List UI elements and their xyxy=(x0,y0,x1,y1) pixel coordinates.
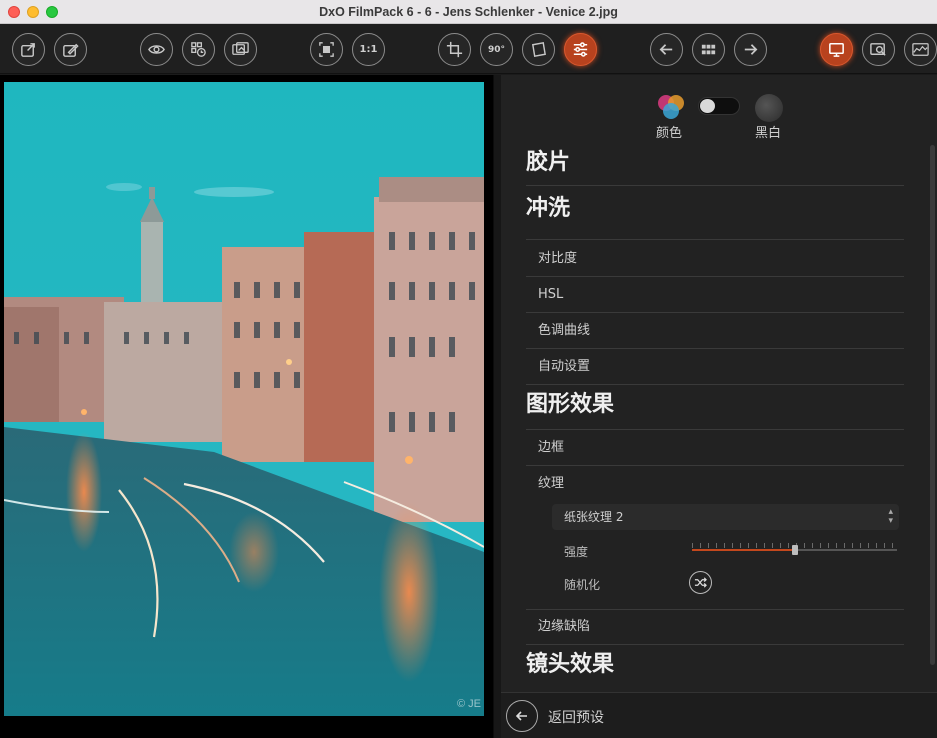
color-bw-toggle[interactable] xyxy=(698,97,740,115)
window-controls xyxy=(8,6,58,18)
window-title: DxO FilmPack 6 - 6 - Jens Schlenker - Ve… xyxy=(319,4,618,19)
section-lens-effects[interactable]: 镜头效果 xyxy=(526,650,904,690)
arrow-left-icon xyxy=(659,44,673,55)
item-texture[interactable]: 纹理 xyxy=(526,466,904,502)
randomize-button[interactable] xyxy=(689,571,712,594)
eye-icon xyxy=(148,45,165,54)
arrow-right-icon xyxy=(744,44,758,55)
back-to-presets-label[interactable]: 返回预设 xyxy=(548,707,604,727)
strength-slider[interactable] xyxy=(692,543,897,557)
section-graphic-effects[interactable]: 图形效果 xyxy=(526,390,904,430)
strength-label: 强度 xyxy=(564,545,589,559)
fit-screen-icon xyxy=(319,42,334,57)
color-mode-icon[interactable] xyxy=(655,93,687,121)
loupe-button[interactable] xyxy=(862,33,895,66)
display-mode-button[interactable] xyxy=(820,33,853,66)
zoom-window-button[interactable] xyxy=(46,6,58,18)
zoom-actual-icon: 1:1 xyxy=(359,44,378,55)
crop-icon xyxy=(446,41,463,58)
histogram-icon xyxy=(912,43,929,56)
shuffle-icon xyxy=(694,577,707,588)
grid-view-button[interactable] xyxy=(692,33,725,66)
item-edge-defects[interactable]: 边缘缺陷 xyxy=(526,609,904,645)
toggle-knob xyxy=(700,99,715,113)
crop-button[interactable] xyxy=(438,33,471,66)
edit-external-button[interactable] xyxy=(54,33,87,66)
preview-button[interactable] xyxy=(140,33,173,66)
edit-image-icon xyxy=(63,43,79,57)
rotate-90-icon: 90° xyxy=(487,44,506,55)
adjustments-button[interactable] xyxy=(564,33,597,66)
minimize-window-button[interactable] xyxy=(27,6,39,18)
panel-scrollbar[interactable] xyxy=(930,145,935,665)
bw-mode-label: 黑白 xyxy=(755,126,782,141)
fit-screen-button[interactable] xyxy=(310,33,343,66)
previous-image-button[interactable] xyxy=(650,33,683,66)
venice-photo: © JE xyxy=(4,82,484,716)
back-to-presets-button[interactable] xyxy=(506,700,538,732)
slider-fill xyxy=(692,549,795,551)
photo-watermark: © JE xyxy=(457,698,481,710)
grid-icon xyxy=(701,44,716,55)
select-arrows-icon: ▴ ▾ xyxy=(888,507,893,526)
image-viewer[interactable]: © JE xyxy=(0,75,493,738)
monitor-icon xyxy=(829,43,844,57)
next-image-button[interactable] xyxy=(734,33,767,66)
randomize-label: 随机化 xyxy=(564,578,601,592)
export-button[interactable] xyxy=(12,33,45,66)
arrow-left-icon xyxy=(515,711,527,721)
panel-splitter[interactable] xyxy=(493,75,501,738)
item-auto-settings[interactable]: 自动设置 xyxy=(526,349,904,385)
compare-images-icon xyxy=(232,42,249,55)
zoom-actual-button[interactable]: 1:1 xyxy=(352,33,385,66)
export-image-icon xyxy=(21,43,35,57)
item-tone-curve[interactable]: 色调曲线 xyxy=(526,313,904,349)
title-bar: DxO FilmPack 6 - 6 - Jens Schlenker - Ve… xyxy=(0,0,937,24)
straighten-button[interactable] xyxy=(522,33,555,66)
texture-preset-value: 纸张纹理 2 xyxy=(564,510,624,524)
compare-button[interactable] xyxy=(224,33,257,66)
item-hsl[interactable]: HSL xyxy=(526,277,904,313)
loupe-icon xyxy=(870,43,886,56)
sliders-icon xyxy=(573,42,588,57)
section-film[interactable]: 胶片 xyxy=(526,148,904,186)
close-window-button[interactable] xyxy=(8,6,20,18)
history-grid-icon xyxy=(191,42,206,57)
rotate-button[interactable]: 90° xyxy=(480,33,513,66)
slider-thumb[interactable] xyxy=(791,545,798,555)
histogram-button[interactable] xyxy=(904,33,937,66)
section-develop[interactable]: 冲洗 xyxy=(526,194,904,240)
toolbar: 1:1 90° xyxy=(0,24,937,74)
history-button[interactable] xyxy=(182,33,215,66)
color-mode-switch: 颜色 黑白 xyxy=(501,93,937,143)
color-mode-label: 颜色 xyxy=(656,126,683,141)
bw-mode-icon[interactable] xyxy=(755,94,783,122)
item-frame[interactable]: 边框 xyxy=(526,430,904,466)
texture-preset-select[interactable]: 纸张纹理 2 ▴ ▾ xyxy=(552,504,899,530)
item-contrast[interactable]: 对比度 xyxy=(526,241,904,277)
straighten-icon xyxy=(531,42,546,57)
